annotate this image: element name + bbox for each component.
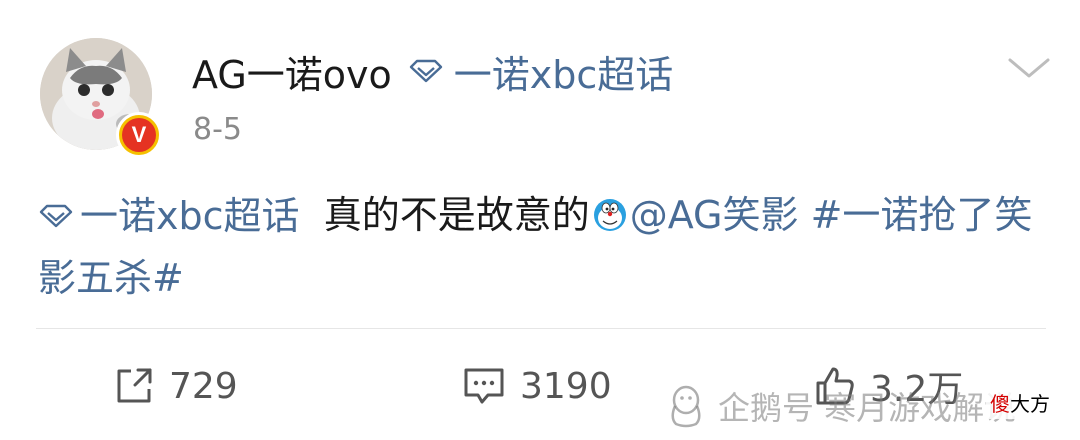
watermark: 企鹅号 寒月游戏解说 — [666, 376, 1016, 436]
chevron-down-icon[interactable] — [1006, 54, 1052, 82]
repost-button[interactable]: 729 — [113, 356, 238, 416]
verified-v-icon: V — [122, 118, 156, 152]
watermark-tag: 傻大方 — [986, 386, 1054, 419]
post-header: AG一诺ovo 一诺xbc超话 — [192, 44, 674, 99]
penguin-logo-icon — [671, 385, 701, 428]
divider — [36, 328, 1046, 329]
watermark-tag-rest: 大方 — [1010, 392, 1050, 416]
post-timestamp: 8-5 — [193, 112, 242, 147]
super-topic-link[interactable]: 一诺xbc超话 — [408, 44, 674, 99]
comment-icon — [464, 368, 504, 404]
repost-count: 729 — [169, 365, 238, 407]
post-text: 真的不是故意的 — [323, 193, 590, 237]
watermark-tag-highlight: 傻 — [990, 392, 1010, 416]
verified-badge: V — [116, 112, 162, 158]
mention-link[interactable]: @AG笑影 — [630, 193, 799, 237]
comment-count: 3190 — [520, 365, 612, 407]
post-body: 一诺xbc超话 真的不是故意的 @AG笑影 #一诺抢了笑影五杀# — [38, 184, 1048, 309]
super-topic-label: 一诺xbc超话 — [453, 52, 674, 97]
super-topic-diamond-icon — [39, 204, 73, 228]
username[interactable]: AG一诺ovo — [192, 44, 392, 99]
doraemon-emoji-icon — [593, 199, 626, 231]
watermark-text: 企鹅号 寒月游戏解说 — [718, 389, 1017, 427]
body-super-topic-label: 一诺xbc超话 — [80, 194, 300, 238]
comment-button[interactable]: 3190 — [462, 356, 612, 416]
super-topic-diamond-icon — [409, 59, 442, 83]
body-super-topic-link[interactable]: 一诺xbc超话 — [38, 185, 300, 247]
repost-icon — [117, 368, 152, 403]
